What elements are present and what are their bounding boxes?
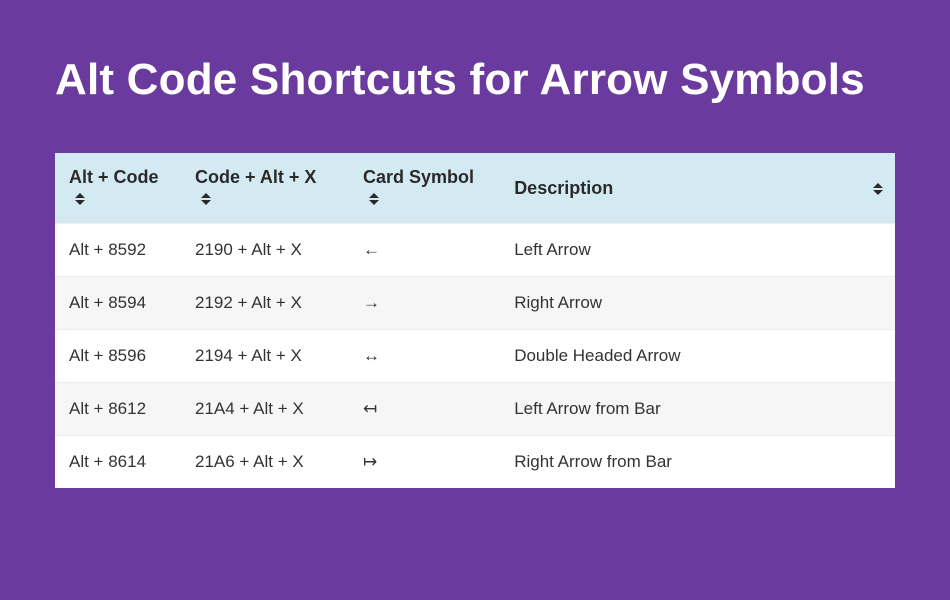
cell-description: Right Arrow from Bar	[500, 436, 895, 489]
table-row: Alt + 8596 2194 + Alt + X ↔ Double Heade…	[55, 330, 895, 383]
cell-symbol: ↔	[349, 330, 500, 383]
cell-description: Left Arrow from Bar	[500, 383, 895, 436]
column-label: Code + Alt + X	[195, 167, 316, 187]
column-header-hex-code[interactable]: Code + Alt + X	[181, 153, 349, 224]
cell-hex-code: 2194 + Alt + X	[181, 330, 349, 383]
cell-alt-code: Alt + 8612	[55, 383, 181, 436]
cell-alt-code: Alt + 8592	[55, 224, 181, 277]
column-header-alt-code[interactable]: Alt + Code	[55, 153, 181, 224]
sort-icon[interactable]	[75, 193, 85, 205]
cell-symbol: ↤	[349, 383, 500, 436]
cell-symbol: →	[349, 277, 500, 330]
column-label: Alt + Code	[69, 167, 159, 187]
cell-description: Left Arrow	[500, 224, 895, 277]
column-label: Card Symbol	[363, 167, 474, 187]
column-header-symbol[interactable]: Card Symbol	[349, 153, 500, 224]
cell-hex-code: 21A4 + Alt + X	[181, 383, 349, 436]
table-row: Alt + 8594 2192 + Alt + X → Right Arrow	[55, 277, 895, 330]
cell-hex-code: 2190 + Alt + X	[181, 224, 349, 277]
table-header-row: Alt + Code Code + Alt + X Card Symbol De…	[55, 153, 895, 224]
cell-symbol: ↦	[349, 436, 500, 489]
sort-icon[interactable]	[873, 183, 883, 195]
page-title: Alt Code Shortcuts for Arrow Symbols	[55, 55, 895, 105]
alt-code-table: Alt + Code Code + Alt + X Card Symbol De…	[55, 153, 895, 488]
table-row: Alt + 8612 21A4 + Alt + X ↤ Left Arrow f…	[55, 383, 895, 436]
cell-symbol: ←	[349, 224, 500, 277]
cell-alt-code: Alt + 8594	[55, 277, 181, 330]
cell-alt-code: Alt + 8596	[55, 330, 181, 383]
cell-hex-code: 21A6 + Alt + X	[181, 436, 349, 489]
sort-icon[interactable]	[201, 193, 211, 205]
table-row: Alt + 8614 21A6 + Alt + X ↦ Right Arrow …	[55, 436, 895, 489]
table-row: Alt + 8592 2190 + Alt + X ← Left Arrow	[55, 224, 895, 277]
column-header-description[interactable]: Description	[500, 153, 895, 224]
cell-alt-code: Alt + 8614	[55, 436, 181, 489]
sort-icon[interactable]	[369, 193, 379, 205]
column-label: Description	[514, 178, 613, 198]
cell-description: Right Arrow	[500, 277, 895, 330]
cell-description: Double Headed Arrow	[500, 330, 895, 383]
cell-hex-code: 2192 + Alt + X	[181, 277, 349, 330]
